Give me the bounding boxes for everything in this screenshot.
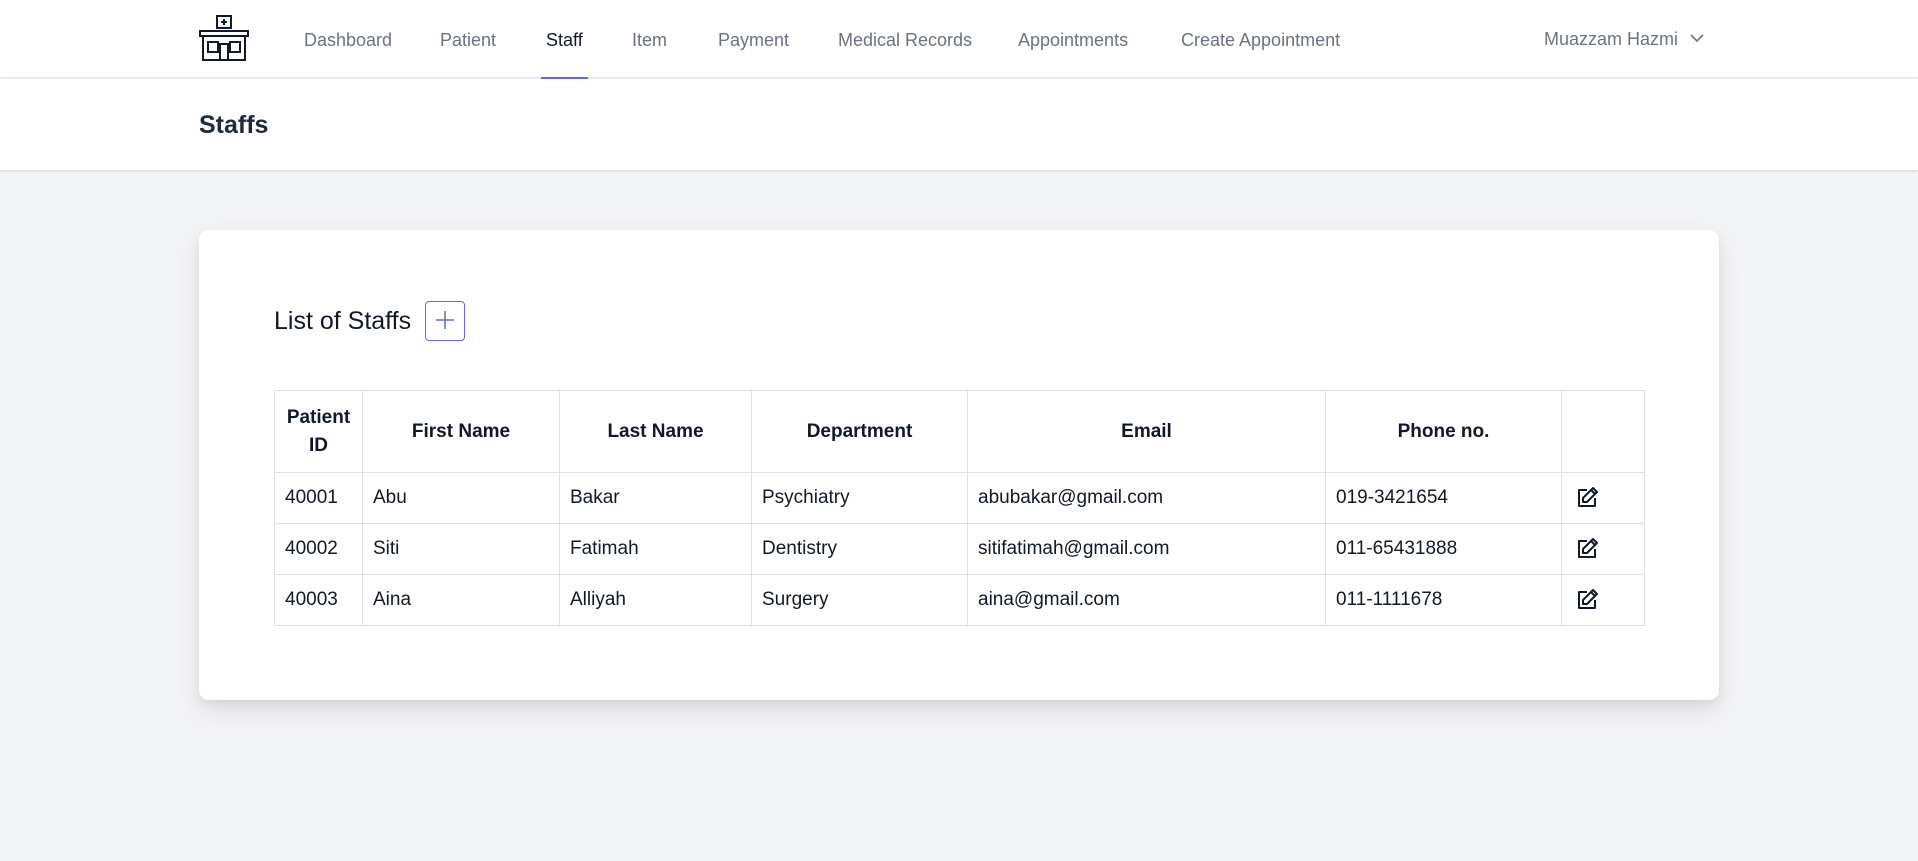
add-staff-button[interactable]: [425, 301, 466, 341]
cell-actions: [1561, 472, 1645, 524]
user-menu[interactable]: Muazzam Hazmi: [1544, 26, 1704, 52]
top-navigation-bar: Dashboard Patient Staff Item Payment Med…: [0, 0, 1918, 79]
nav-item-item[interactable]: Item: [632, 0, 667, 78]
nav-item-create-appointment[interactable]: Create Appointment: [1181, 0, 1340, 78]
cell-department: Surgery: [751, 574, 968, 626]
staff-list-card: List of Staffs Patient ID First Name Las…: [199, 230, 1719, 700]
cell-first-name: Abu: [362, 472, 560, 524]
edit-icon[interactable]: [1574, 536, 1600, 562]
cell-patient-id: 40003: [274, 574, 363, 626]
cell-first-name: Siti: [362, 523, 560, 575]
hospital-icon[interactable]: [198, 14, 250, 62]
staff-table: Patient ID First Name Last Name Departme…: [274, 390, 1645, 626]
table-row: 40001 Abu Bakar Psychiatry abubakar@gmai…: [274, 472, 1645, 524]
cell-last-name: Bakar: [559, 472, 752, 524]
cell-last-name: Fatimah: [559, 523, 752, 575]
cell-email: aina@gmail.com: [967, 574, 1326, 626]
cell-first-name: Aina: [362, 574, 560, 626]
card-heading: List of Staffs: [274, 301, 466, 341]
nav-item-medical-records[interactable]: Medical Records: [838, 0, 972, 78]
cell-last-name: Alliyah: [559, 574, 752, 626]
edit-icon[interactable]: [1574, 485, 1600, 511]
table-row: 40003 Aina Alliyah Surgery aina@gmail.co…: [274, 574, 1645, 626]
page-header: Staffs: [0, 79, 1918, 170]
nav-item-staff[interactable]: Staff: [541, 0, 588, 79]
cell-email: abubakar@gmail.com: [967, 472, 1326, 524]
cell-department: Psychiatry: [751, 472, 968, 524]
chevron-down-icon: [1690, 30, 1704, 48]
table-header-row: Patient ID First Name Last Name Departme…: [274, 390, 1645, 473]
cell-phone: 019-3421654: [1325, 472, 1562, 524]
cell-phone: 011-1111678: [1325, 574, 1562, 626]
plus-icon: [433, 308, 457, 335]
cell-actions: [1561, 574, 1645, 626]
column-header-email[interactable]: Email: [967, 390, 1326, 473]
nav-item-payment[interactable]: Payment: [718, 0, 789, 78]
column-header-patient-id[interactable]: Patient ID: [274, 390, 363, 473]
cell-phone: 011-65431888: [1325, 523, 1562, 575]
column-header-last-name[interactable]: Last Name: [559, 390, 752, 473]
edit-icon[interactable]: [1574, 587, 1600, 613]
cell-actions: [1561, 523, 1645, 575]
column-header-actions: [1561, 390, 1645, 473]
page-title: Staffs: [199, 111, 269, 139]
table-row: 40002 Siti Fatimah Dentistry sitifatimah…: [274, 523, 1645, 575]
nav-item-dashboard[interactable]: Dashboard: [304, 0, 392, 78]
cell-department: Dentistry: [751, 523, 968, 575]
cell-email: sitifatimah@gmail.com: [967, 523, 1326, 575]
nav-item-patient[interactable]: Patient: [440, 0, 496, 78]
column-header-first-name[interactable]: First Name: [362, 390, 560, 473]
card-title: List of Staffs: [274, 306, 412, 335]
user-name: Muazzam Hazmi: [1544, 28, 1679, 49]
cell-patient-id: 40002: [274, 523, 363, 575]
nav-item-appointments[interactable]: Appointments: [1018, 0, 1128, 78]
column-header-phone[interactable]: Phone no.: [1325, 390, 1562, 473]
column-header-department[interactable]: Department: [751, 390, 968, 473]
cell-patient-id: 40001: [274, 472, 363, 524]
